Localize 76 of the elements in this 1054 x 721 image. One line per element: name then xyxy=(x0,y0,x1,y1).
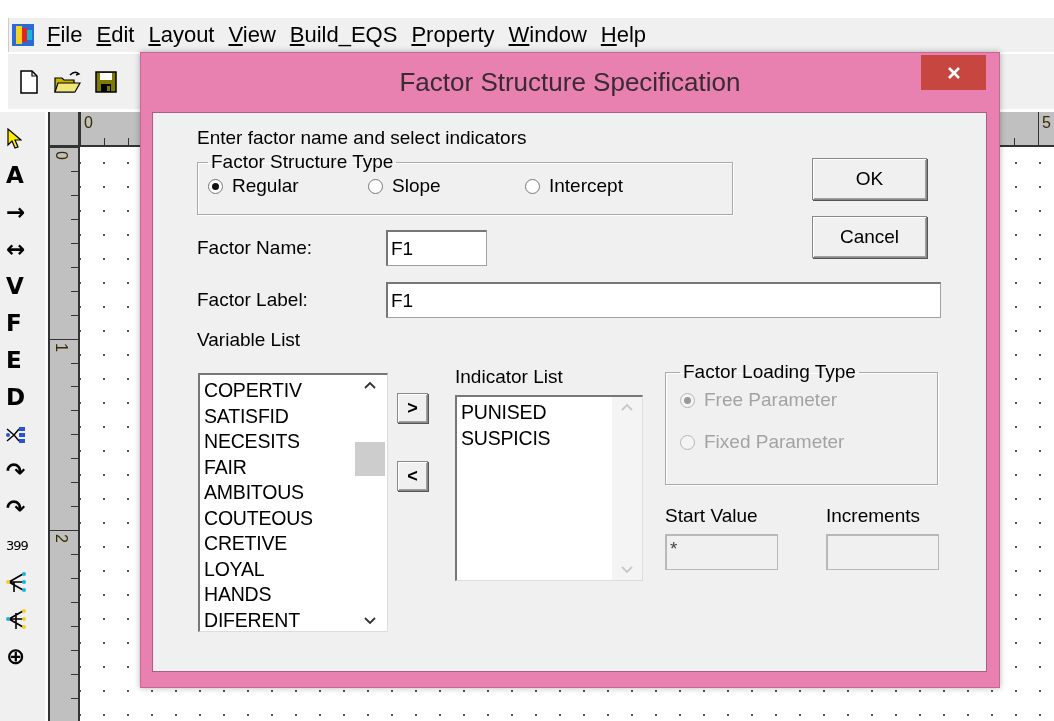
field-label: Increments xyxy=(826,504,921,528)
list-item[interactable]: COPERTIV xyxy=(204,378,353,404)
close-button[interactable] xyxy=(921,55,986,90)
ruler-label: 5 xyxy=(1042,114,1051,132)
list-item[interactable]: CRETIVE xyxy=(204,531,353,557)
tool-button[interactable]: ↷ xyxy=(6,460,26,483)
tool-button[interactable]: → xyxy=(6,201,26,224)
field-label: Factor Name: xyxy=(197,237,314,259)
tool-button[interactable]: D xyxy=(6,386,26,409)
menu-item[interactable]: Help xyxy=(599,22,648,48)
tool-button[interactable]: F xyxy=(6,312,22,335)
close-icon xyxy=(946,65,961,80)
tree-diagram-icon[interactable] xyxy=(6,425,26,444)
list-item[interactable]: DIFERENT xyxy=(204,607,353,633)
scroll-down-icon xyxy=(621,565,633,574)
fan-out-icon[interactable] xyxy=(6,572,27,593)
ruler-label: 0 xyxy=(84,114,93,132)
input-field[interactable]: F1 xyxy=(386,282,941,318)
folder-icon[interactable] xyxy=(54,70,81,93)
move-button[interactable]: < xyxy=(397,461,428,491)
move-button[interactable]: > xyxy=(397,393,428,423)
menu-item[interactable]: Window xyxy=(507,22,588,48)
scroll-up-icon xyxy=(621,403,633,412)
tool-button[interactable]: ⊕ xyxy=(6,645,26,668)
input-field[interactable]: F1 xyxy=(386,230,487,266)
list-item[interactable]: COUTEOUS xyxy=(204,505,353,531)
radio-label: Regular xyxy=(232,175,299,197)
tool-button[interactable]: A xyxy=(6,164,24,187)
menu-item[interactable]: Layout xyxy=(147,22,216,48)
list-item[interactable]: LOYAL xyxy=(204,556,353,582)
radio-button[interactable] xyxy=(368,178,383,194)
ruler-label: 0 xyxy=(52,151,70,160)
radio-button[interactable] xyxy=(208,178,223,194)
menu-item[interactable]: Property xyxy=(410,22,496,48)
variable-listbox[interactable]: COPERTIV SATISFID NECESITS FAIR AMBITOUS COUTEOUS CRETIVE LOYAL HANDS DIFERENT xyxy=(198,373,388,632)
tool-button[interactable]: V xyxy=(6,275,24,298)
menu-item[interactable]: View xyxy=(227,22,277,48)
dialog-title: Factor Structure Specification xyxy=(399,67,741,98)
radio-label: Fixed Parameter xyxy=(704,431,845,453)
radio-label: Intercept xyxy=(549,175,623,197)
indicator-listbox[interactable]: PUNISED SUSPICIS xyxy=(455,395,643,581)
radio-button[interactable] xyxy=(525,178,540,194)
app-logo-icon xyxy=(12,24,34,46)
instruction-text: Enter factor name and select indicators xyxy=(197,126,528,150)
ruler-label: 2 xyxy=(52,534,70,544)
field-label: Start Value xyxy=(665,504,759,528)
dialog-button[interactable]: Cancel xyxy=(812,216,927,258)
tool-button[interactable]: 399 xyxy=(6,539,28,552)
ruler-label: 1 xyxy=(52,342,70,352)
group-title: Factor Loading Type xyxy=(682,361,857,383)
list-item[interactable]: SATISFID xyxy=(204,403,353,429)
list-item[interactable]: SUSPICIS xyxy=(461,425,612,451)
radio-label: Free Parameter xyxy=(704,389,838,411)
list-item[interactable]: PUNISED xyxy=(461,400,612,426)
list-item[interactable]: FAIR xyxy=(204,454,353,480)
scroll-up-icon[interactable] xyxy=(364,381,376,390)
tool-button[interactable]: ↷ xyxy=(6,497,26,520)
list-label: Variable List xyxy=(197,328,302,352)
scroll-thumb[interactable] xyxy=(355,442,385,476)
menu-item[interactable]: Build_EQS xyxy=(288,22,399,48)
fan-in-icon[interactable] xyxy=(6,609,27,630)
group-title: Factor Structure Type xyxy=(210,151,395,173)
list-item[interactable]: AMBITOUS xyxy=(204,480,353,506)
new-document-icon[interactable] xyxy=(18,69,40,94)
radio-label: Slope xyxy=(392,175,441,197)
dialog-button[interactable]: OK xyxy=(812,158,927,200)
menu-item[interactable]: File xyxy=(46,22,84,48)
field-label: Factor Label: xyxy=(197,289,309,311)
scroll-down-icon[interactable] xyxy=(364,616,376,625)
pointer-icon[interactable] xyxy=(6,128,22,149)
tool-button[interactable]: E xyxy=(6,349,22,372)
list-item[interactable]: NECESITS xyxy=(204,429,353,455)
list-label: Indicator List xyxy=(455,365,564,389)
menu-item[interactable]: Edit xyxy=(95,22,136,48)
list-item[interactable]: HANDS xyxy=(204,582,353,608)
tool-button[interactable]: ↔ xyxy=(6,238,26,261)
